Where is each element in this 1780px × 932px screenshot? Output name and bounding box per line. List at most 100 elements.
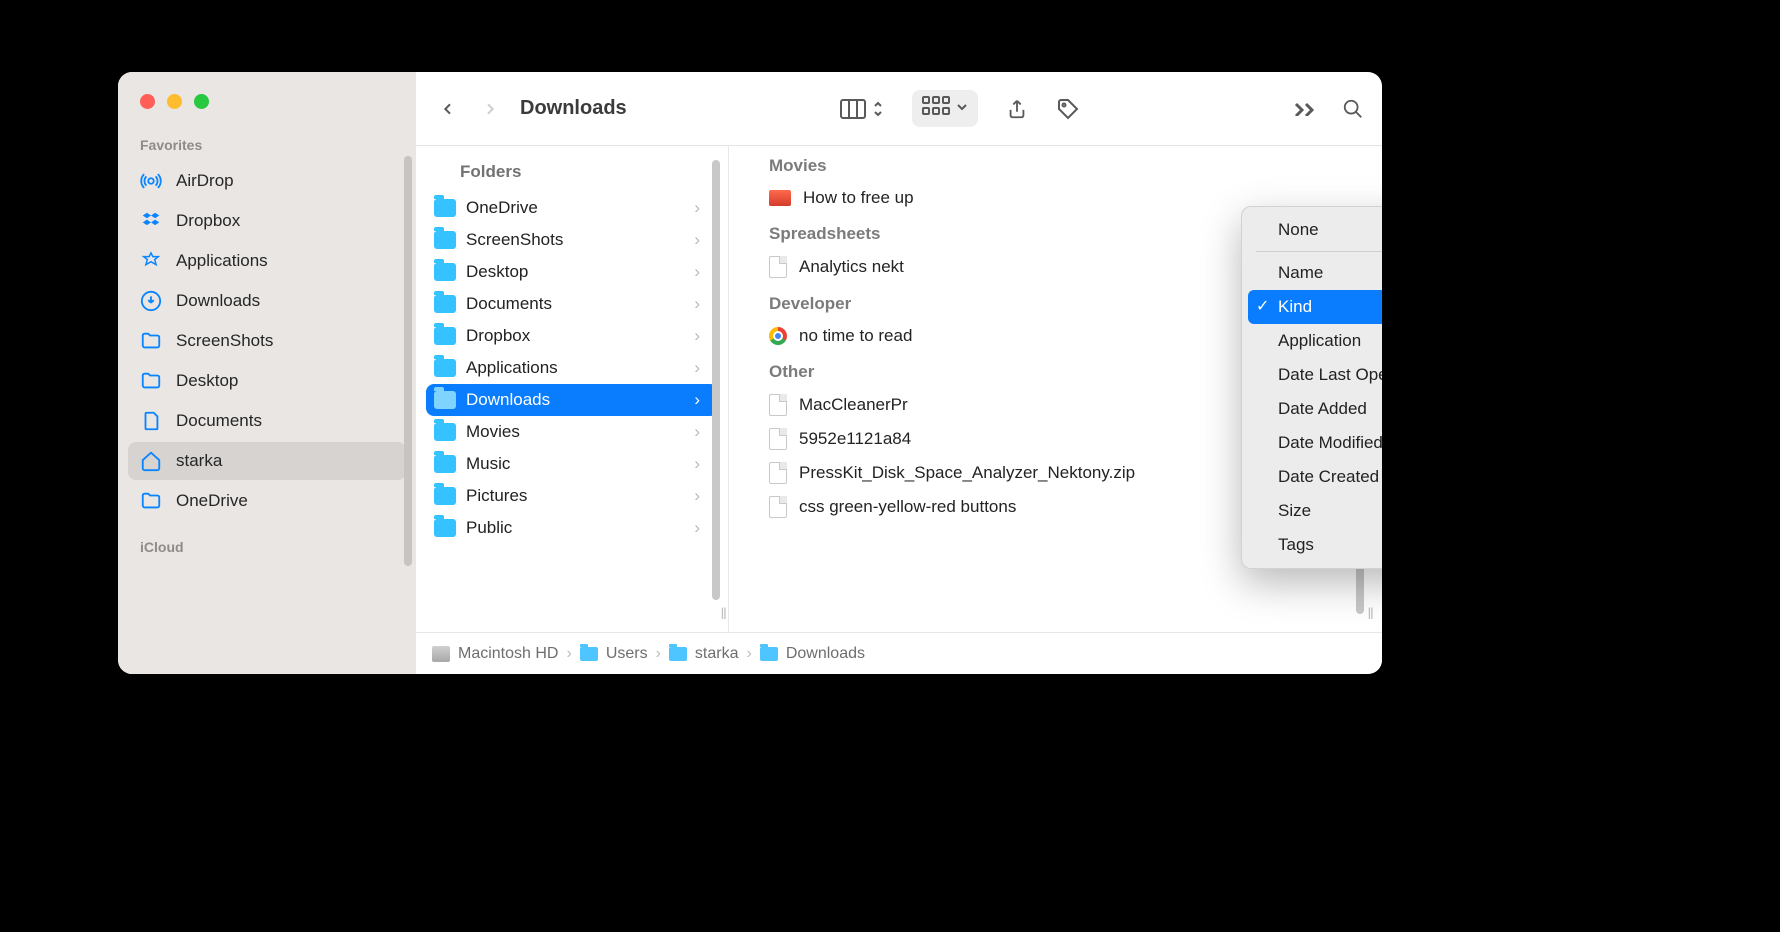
file-label: 5952e1121a84	[799, 429, 911, 449]
sidebar: Favorites AirDrop Dropbox Applications D…	[118, 72, 416, 674]
sidebar-item-dropbox[interactable]: Dropbox	[128, 202, 406, 240]
file-label: How to free up	[803, 188, 914, 208]
sidebar-item-applications[interactable]: Applications	[128, 242, 406, 280]
path-separator: ›	[747, 645, 752, 663]
sidebar-item-home[interactable]: starka	[128, 442, 406, 480]
sidebar-section-favorites: Favorites	[118, 133, 416, 161]
folder-label: ScreenShots	[466, 230, 563, 250]
menu-item-date-added[interactable]: Date Added	[1248, 392, 1382, 426]
group-by-menu: None Name Kind Application Date Last Ope…	[1241, 206, 1382, 569]
back-button[interactable]	[440, 98, 456, 120]
folder-icon	[580, 647, 598, 661]
menu-item-size[interactable]: Size	[1248, 494, 1382, 528]
folder-row[interactable]: OneDrive ›	[416, 192, 728, 224]
folder-label: Documents	[466, 294, 552, 314]
path-item[interactable]: Macintosh HD	[432, 645, 558, 663]
folder-icon	[434, 487, 456, 505]
menu-item-date-modified[interactable]: Date Modified	[1248, 426, 1382, 460]
view-columns-button[interactable]	[840, 99, 884, 119]
folder-label: OneDrive	[466, 198, 538, 218]
folder-label: Desktop	[466, 262, 528, 282]
folder-label: Movies	[466, 422, 520, 442]
folder-row[interactable]: Public›	[416, 512, 728, 544]
group-icon	[922, 96, 950, 121]
sidebar-item-desktop[interactable]: Desktop	[128, 362, 406, 400]
path-label: starka	[695, 645, 739, 663]
path-label: Users	[606, 645, 648, 663]
column-view: Folders OneDrive› ScreenShots› Desktop› …	[416, 146, 1382, 632]
menu-item-none[interactable]: None	[1248, 213, 1382, 247]
folder-icon	[434, 327, 456, 345]
folder-row[interactable]: Applications›	[416, 352, 728, 384]
chevron-right-icon: ›	[694, 198, 700, 218]
chevron-right-icon: ›	[694, 230, 700, 250]
chevron-right-icon: ›	[694, 390, 700, 410]
folder-icon	[434, 391, 456, 409]
folder-row[interactable]: ScreenShots ›	[416, 224, 728, 256]
path-item[interactable]: Users	[580, 645, 648, 663]
folder-icon	[434, 231, 456, 249]
path-separator: ›	[566, 645, 571, 663]
column-resize-handle[interactable]: ‖	[1367, 606, 1376, 624]
dropbox-icon	[140, 210, 162, 232]
folder-icon	[434, 519, 456, 537]
column-scrollbar[interactable]	[712, 160, 720, 600]
file-label: no time to read	[799, 326, 912, 346]
home-icon	[140, 450, 162, 472]
path-item[interactable]: starka	[669, 645, 739, 663]
movie-icon	[769, 190, 791, 206]
folder-icon	[434, 263, 456, 281]
minimize-button[interactable]	[167, 94, 182, 109]
folder-row-selected[interactable]: Downloads›	[426, 384, 718, 416]
search-button[interactable]	[1342, 98, 1364, 120]
forward-button[interactable]	[482, 98, 498, 120]
folder-label: Dropbox	[466, 326, 530, 346]
chevron-right-icon: ›	[694, 262, 700, 282]
file-icon	[769, 496, 787, 518]
menu-item-date-created[interactable]: Date Created	[1248, 460, 1382, 494]
sidebar-section-icloud: iCloud	[118, 535, 416, 563]
group-by-button[interactable]	[912, 90, 978, 127]
sidebar-item-airdrop[interactable]: AirDrop	[128, 162, 406, 200]
folder-icon	[434, 359, 456, 377]
tags-button[interactable]	[1056, 97, 1080, 121]
applications-icon	[140, 250, 162, 272]
sidebar-item-documents[interactable]: Documents	[128, 402, 406, 440]
downloads-icon	[140, 290, 162, 312]
file-label: MacCleanerPr	[799, 395, 908, 415]
menu-item-date-last-opened[interactable]: Date Last Opened	[1248, 358, 1382, 392]
folder-row[interactable]: Desktop ›	[416, 256, 728, 288]
sidebar-item-label: starka	[176, 451, 222, 471]
close-button[interactable]	[140, 94, 155, 109]
sidebar-item-label: ScreenShots	[176, 331, 273, 351]
folder-row[interactable]: Documents›	[416, 288, 728, 320]
menu-item-name[interactable]: Name	[1248, 256, 1382, 290]
chevron-right-icon: ›	[694, 358, 700, 378]
folder-row[interactable]: Movies ›	[416, 416, 728, 448]
path-item[interactable]: Downloads	[760, 645, 865, 663]
more-button[interactable]	[1294, 102, 1314, 116]
path-separator: ›	[656, 645, 661, 663]
folder-row[interactable]: Dropbox›	[416, 320, 728, 352]
share-button[interactable]	[1006, 97, 1028, 121]
menu-item-tags[interactable]: Tags	[1248, 528, 1382, 562]
folder-icon	[140, 330, 162, 352]
folder-label: Public	[466, 518, 512, 538]
sidebar-scrollbar[interactable]	[404, 156, 412, 566]
column-resize-handle[interactable]: ‖	[720, 606, 729, 624]
sidebar-item-onedrive[interactable]: OneDrive	[128, 482, 406, 520]
menu-item-kind[interactable]: Kind	[1248, 290, 1382, 324]
sidebar-item-downloads[interactable]: Downloads	[128, 282, 406, 320]
zoom-button[interactable]	[194, 94, 209, 109]
folder-label: Music	[466, 454, 510, 474]
menu-item-application[interactable]: Application	[1248, 324, 1382, 358]
toolbar: Downloads	[416, 72, 1382, 146]
folder-icon	[760, 647, 778, 661]
chevron-right-icon: ›	[694, 454, 700, 474]
sidebar-item-label: Documents	[176, 411, 262, 431]
chevron-right-icon: ›	[694, 422, 700, 442]
folder-row[interactable]: Pictures›	[416, 480, 728, 512]
path-label: Macintosh HD	[458, 645, 558, 663]
folder-row[interactable]: Music ›	[416, 448, 728, 480]
sidebar-item-screenshots[interactable]: ScreenShots	[128, 322, 406, 360]
